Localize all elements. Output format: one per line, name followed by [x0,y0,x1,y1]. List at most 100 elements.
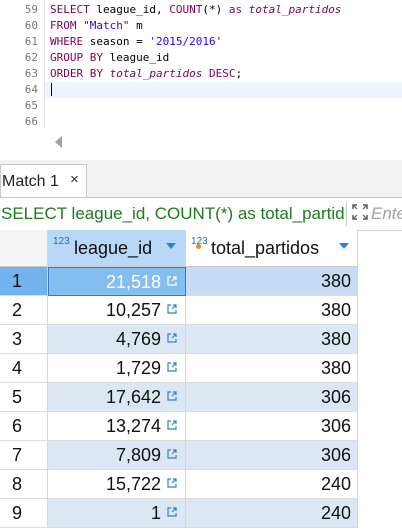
total-partidos-cell[interactable]: 306 [186,412,358,441]
cell-value: 15,722 [105,474,161,494]
table-row[interactable]: 7 7,809 306 [0,441,358,470]
column-header-total-partidos[interactable]: 123 total_partidos [186,230,358,267]
foreign-key-link-icon[interactable] [167,362,177,372]
row-number-cell[interactable]: 3 [0,325,48,354]
total-partidos-cell[interactable]: 306 [186,441,358,470]
tab-label: Match 1 [2,173,59,190]
key-icon [196,244,201,249]
line-number: 60 [24,19,38,32]
total-partidos-cell[interactable]: 240 [186,470,358,499]
table-row[interactable]: 1 21,518 380 [0,267,358,296]
foreign-key-link-icon[interactable] [167,276,177,286]
cell-value: 10,257 [105,300,161,320]
foreign-key-link-icon[interactable] [167,478,177,488]
total-partidos-cell[interactable]: 380 [186,354,358,383]
expand-icon[interactable] [351,203,369,221]
league-id-cell[interactable]: 4,769 [48,325,186,354]
code-token: as [228,3,249,16]
sort-arrow-icon[interactable] [339,243,349,249]
code-line[interactable]: SELECT league_id, COUNT(*) as total_part… [50,2,341,18]
code-token: COUNT [169,3,203,16]
filter-bar: SELECT league_id, COUNT(*) as total_part… [0,198,402,231]
line-number: 66 [24,115,38,128]
cell-value: 1 [150,503,161,523]
cell-value: 1,729 [115,358,161,378]
foreign-key-link-icon[interactable] [167,391,177,401]
league-id-cell[interactable]: 7,809 [48,441,186,470]
table-row[interactable]: 2 10,257 380 [0,296,358,325]
league-id-cell[interactable]: 21,518 [48,267,186,296]
foreign-key-link-icon[interactable] [167,507,177,517]
foreign-key-link-icon[interactable] [167,420,177,430]
total-partidos-cell[interactable]: 240 [186,499,358,528]
table-row[interactable]: 6 13,274 306 [0,412,358,441]
code-token: FROM [50,19,84,32]
line-number: 65 [24,99,38,112]
cell-value: 17,642 [105,387,161,407]
row-number-cell[interactable]: 4 [0,354,48,383]
row-number-cell[interactable]: 1 [0,267,48,296]
line-number: 61 [24,35,38,48]
row-number-cell[interactable]: 6 [0,412,48,441]
table-row[interactable]: 8 15,722 240 [0,470,358,499]
row-number-cell[interactable]: 5 [0,383,48,412]
table-row[interactable]: 5 17,642 306 [0,383,358,412]
code-token: '2015/2016' [149,35,223,48]
numeric-type-icon: 123 [53,236,70,247]
code-line[interactable]: WHERE season = '2015/2016' [50,34,222,50]
cell-value: 4,769 [115,329,161,349]
sql-editor[interactable]: 59 SELECT league_id, COUNT(*) as total_pa… [0,0,402,128]
current-line-highlight [45,82,402,98]
total-partidos-cell[interactable]: 380 [186,267,358,296]
league-id-cell[interactable]: 10,257 [48,296,186,325]
cell-value: 13,274 [105,416,161,436]
code-line[interactable]: FROM "Match" m [50,18,143,34]
row-number-cell[interactable]: 9 [0,499,48,528]
close-icon[interactable]: × [70,171,79,188]
table-row[interactable]: 4 1,729 380 [0,354,358,383]
text-caret [51,83,52,96]
column-header-league-id[interactable]: 123 league_id [48,230,186,267]
total-partidos-cell[interactable]: 306 [186,383,358,412]
line-number: 63 [24,67,38,80]
line-number: 59 [24,3,38,16]
code-token: GROUP BY [50,51,110,64]
foreign-key-link-icon[interactable] [167,449,177,459]
league-id-cell[interactable]: 1 [48,499,186,528]
foreign-key-link-icon[interactable] [167,333,177,343]
league-id-cell[interactable]: 13,274 [48,412,186,441]
results-tab-bar: Match 1 × [0,160,402,198]
code-token: ORDER BY [50,67,110,80]
code-token: m [129,19,143,32]
code-line[interactable]: GROUP BY league_id [50,50,169,66]
row-number-cell[interactable]: 2 [0,296,48,325]
row-number-header[interactable] [0,230,48,267]
tab-match-1[interactable]: Match 1 × [0,164,87,197]
line-number: 64 [24,83,38,96]
row-number-cell[interactable]: 7 [0,441,48,470]
cell-value: 21,518 [105,272,161,292]
total-partidos-cell[interactable]: 380 [186,325,358,354]
code-token: ; [235,67,243,80]
column-label: total_partidos [211,238,320,258]
table-row[interactable]: 3 4,769 380 [0,325,358,354]
code-token: SELECT [50,3,97,16]
league-id-cell[interactable]: 15,722 [48,470,186,499]
query-filter-text[interactable]: SELECT league_id, COUNT(*) as total_part… [1,204,345,224]
row-number-cell[interactable]: 8 [0,470,48,499]
league-id-cell[interactable]: 17,642 [48,383,186,412]
foreign-key-link-icon[interactable] [167,304,177,314]
code-line[interactable]: ORDER BY total_partidos DESC; [50,66,242,82]
code-token: (*) [202,3,229,16]
league-id-cell[interactable]: 1,729 [48,354,186,383]
line-number: 62 [24,51,38,64]
editor-horizontal-scrollbar[interactable] [45,130,402,156]
filter-input-placeholder[interactable]: Ente [371,204,402,224]
scroll-left-icon[interactable] [55,136,62,148]
code-token: league_id [109,51,170,64]
code-token: total_partidos [248,3,342,16]
sort-arrow-icon[interactable] [166,243,176,249]
cell-value: 7,809 [115,445,161,465]
table-row[interactable]: 9 1 240 [0,499,358,528]
total-partidos-cell[interactable]: 380 [186,296,358,325]
